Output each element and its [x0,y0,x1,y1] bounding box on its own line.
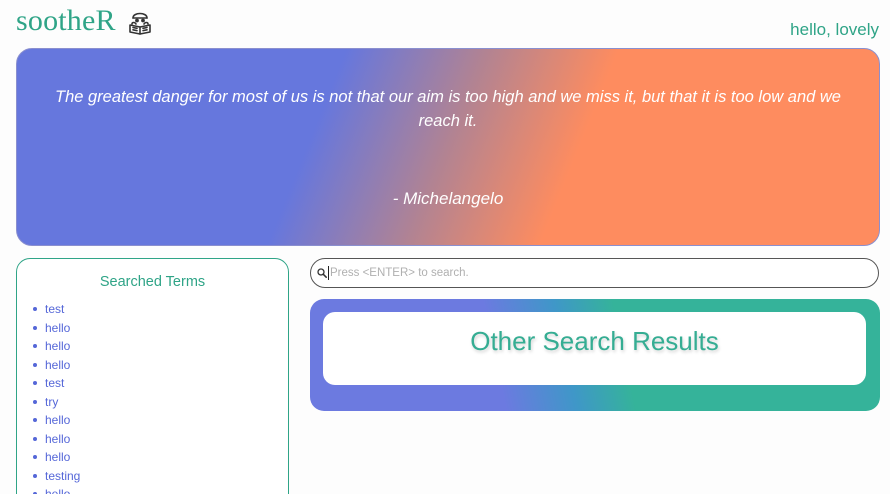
searched-term-label: hello [45,339,71,354]
other-search-results-title: Other Search Results [470,326,719,356]
quote-text: The greatest danger for most of us is no… [55,88,841,130]
searched-terms-title: Searched Terms [99,274,206,290]
searched-term-item[interactable]: hello [33,485,288,494]
bullet-icon [33,473,37,478]
searched-term-label: try [45,394,59,409]
searched-term-label: hello [45,357,71,372]
other-search-results-card: Other Search Results [323,312,866,385]
searched-term-item[interactable]: hello [33,430,288,449]
searched-term-item[interactable]: hello [33,411,288,430]
searched-term-label: test [45,376,65,391]
searched-term-label: test [45,302,65,317]
searched-term-label: hello [45,431,71,446]
quote-banner: The greatest danger for most of us is no… [16,48,880,246]
searched-term-label: hello [45,450,71,465]
searched-terms-panel: Searched Terms test hello hello hello te… [16,258,289,494]
bullet-icon [33,436,37,441]
searched-term-item[interactable]: try [33,393,288,412]
reading-person-icon [128,12,151,35]
bullet-icon [33,325,37,330]
searched-term-item[interactable]: hello [33,337,288,356]
other-search-results: Other Search Results [310,299,880,411]
quote-author: - Michelangelo [392,189,504,208]
searched-term-label: hello [45,413,71,428]
searched-term-label: hello [45,487,70,494]
search-bar[interactable] [310,258,879,288]
searched-term-item[interactable]: hello [33,356,288,375]
searched-term-label: testing [45,468,81,483]
searched-term-item[interactable]: testing [33,467,288,486]
bullet-icon [33,455,37,460]
bullet-icon [33,362,37,367]
bullet-icon [33,418,37,423]
searched-term-item[interactable]: test [33,374,288,393]
brand[interactable]: sootheR [16,4,154,38]
bullet-icon [33,399,37,404]
bullet-icon [33,381,37,386]
searched-term-label: hello [45,320,71,335]
searched-term-item[interactable]: hello [33,319,288,338]
app-page: sootheR hello, lovely The greatest dange… [0,0,890,494]
bullet-icon [33,307,37,312]
app-name: sootheR [16,4,116,37]
search-icon [317,268,327,278]
search-input[interactable] [328,266,868,280]
searched-terms-list: test hello hello hello test try hello he… [17,300,288,494]
greeting: hello, lovely [790,20,879,39]
bullet-icon [33,344,37,349]
searched-term-item[interactable]: hello [33,448,288,467]
searched-term-item[interactable]: test [33,300,288,319]
